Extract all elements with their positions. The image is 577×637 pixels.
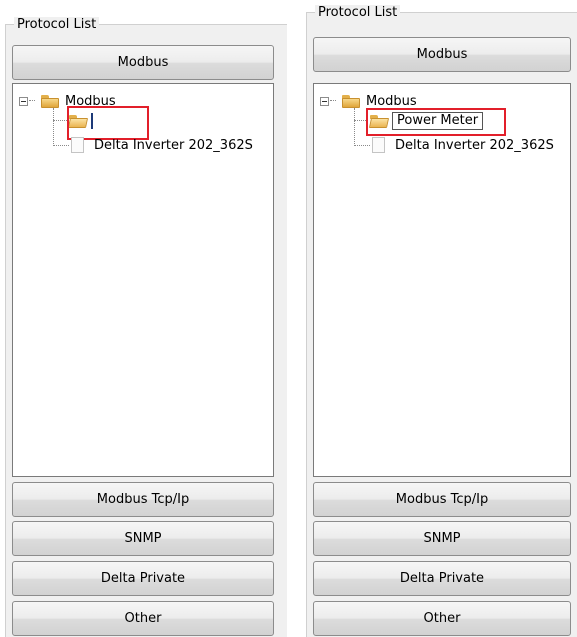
highlight-box [366, 108, 506, 136]
folder-icon [342, 94, 360, 108]
tree-node-label: Delta Inverter 202_362S [94, 137, 253, 153]
protocol-tree[interactable]: Modbus Power Meter Delta Inverter 202_36… [313, 83, 571, 477]
snmp-button[interactable]: SNMP [313, 521, 571, 556]
collapse-icon[interactable] [19, 96, 28, 106]
protocol-list-panel-right: Protocol List Modbus Modbus Power Meter … [306, 5, 577, 637]
folder-icon [41, 94, 59, 108]
highlight-box [67, 106, 149, 140]
collapse-icon[interactable] [320, 96, 329, 106]
document-icon [372, 137, 385, 153]
modbus-button[interactable]: Modbus [313, 37, 571, 72]
other-button[interactable]: Other [12, 601, 274, 636]
document-icon [71, 137, 84, 153]
modbus-tcp-ip-button[interactable]: Modbus Tcp/Ip [12, 482, 274, 517]
delta-private-button[interactable]: Delta Private [313, 561, 571, 596]
tree-node-delta-inverter[interactable]: Delta Inverter 202_362S [71, 136, 253, 154]
other-button[interactable]: Other [313, 601, 571, 636]
delta-private-button[interactable]: Delta Private [12, 561, 274, 596]
snmp-button[interactable]: SNMP [12, 521, 274, 556]
protocol-tree[interactable]: Modbus Delta Inverter 202_362S [12, 83, 274, 477]
protocol-list-panel-left: Protocol List Modbus Modbus Delta Invert… [5, 17, 287, 637]
modbus-tcp-ip-button[interactable]: Modbus Tcp/Ip [313, 482, 571, 517]
tree-node-delta-inverter[interactable]: Delta Inverter 202_362S [372, 136, 554, 154]
tree-node-label: Delta Inverter 202_362S [395, 137, 554, 153]
panel-title: Protocol List [14, 17, 100, 33]
tree-node-label: Modbus [366, 93, 417, 109]
modbus-button[interactable]: Modbus [12, 45, 274, 80]
panel-title: Protocol List [315, 5, 401, 21]
